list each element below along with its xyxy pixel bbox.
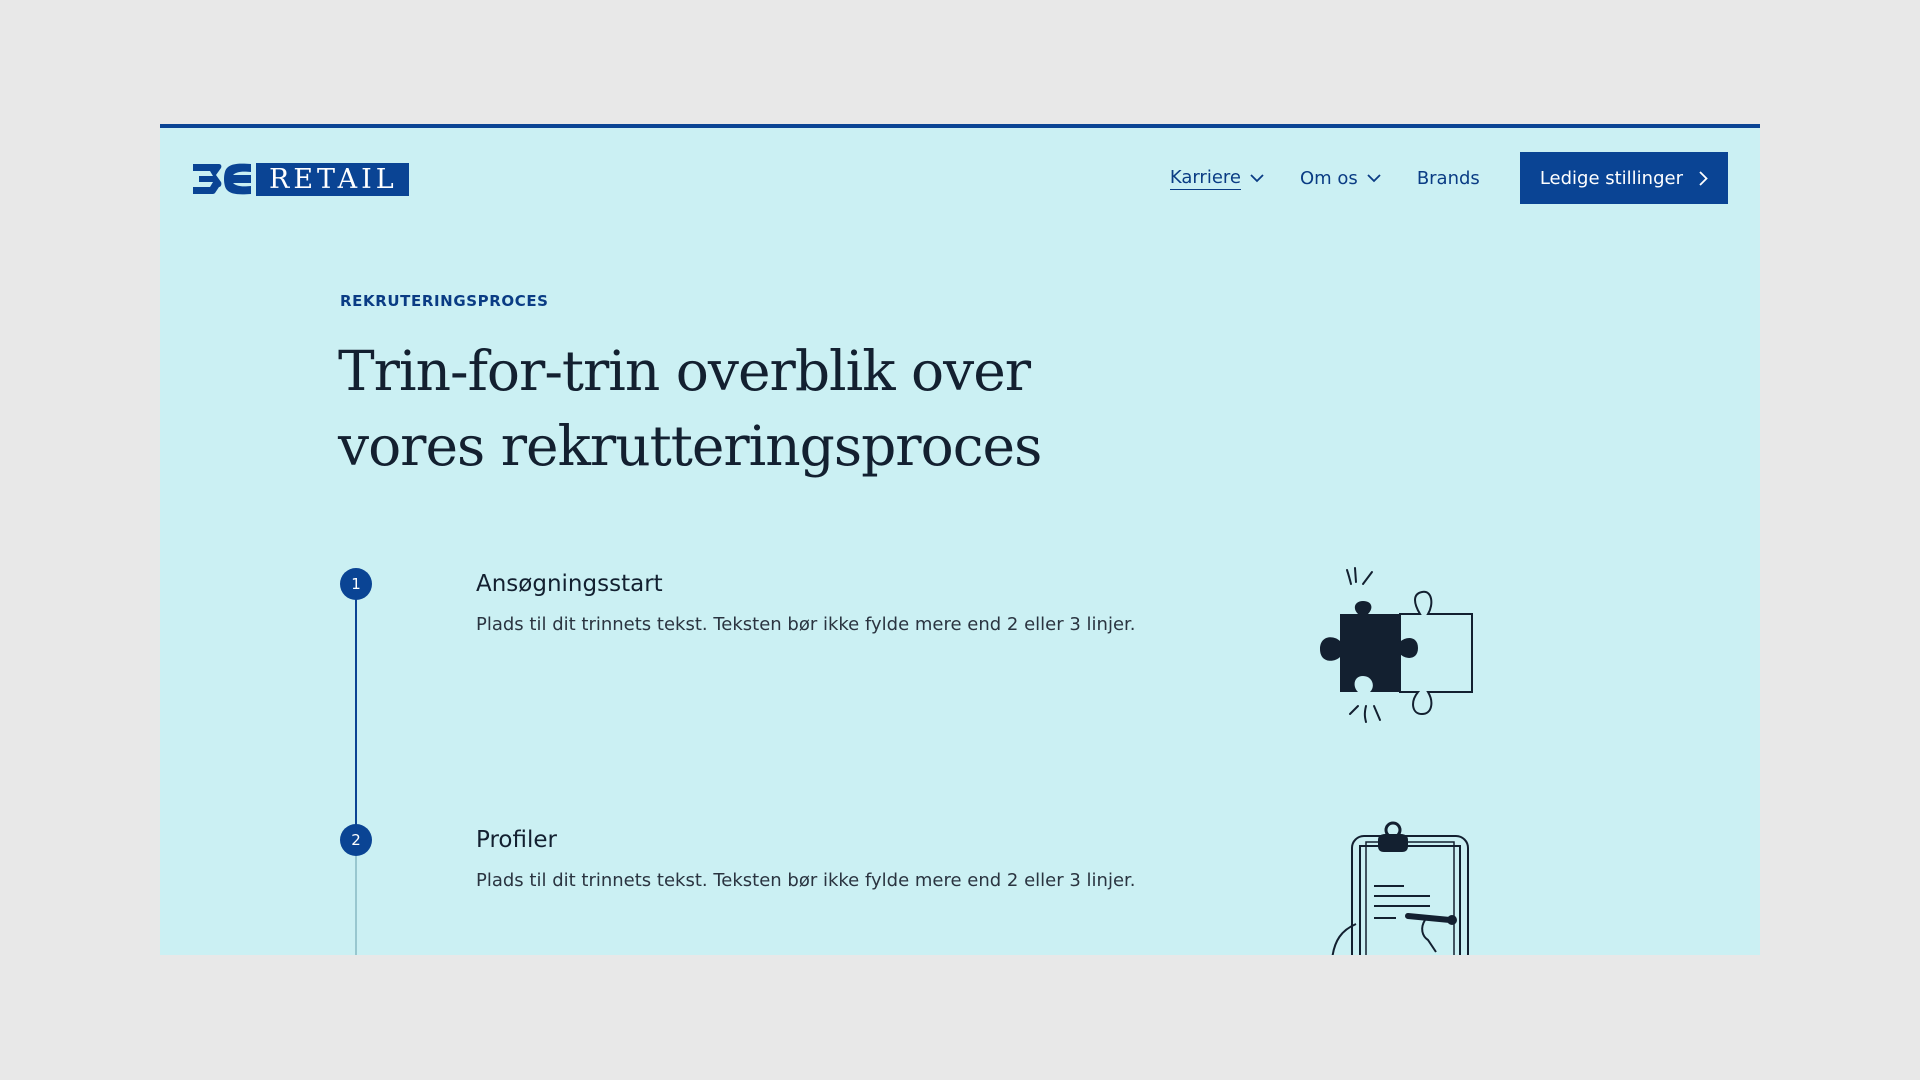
timeline-line-faint (355, 856, 357, 955)
nav-item-label: Om os (1299, 167, 1358, 189)
ledige-stillinger-button[interactable]: Ledige stillinger (1519, 152, 1728, 204)
eyebrow-label: REKRUTERINGSPROCES (340, 292, 549, 310)
main-nav: Karriere Om os Brands Ledige stillinger (1169, 152, 1728, 204)
chevron-down-icon (1367, 173, 1381, 182)
nav-item-label: Karriere (1169, 166, 1241, 190)
step-title: Profiler (476, 827, 557, 853)
step-number-badge: 2 (340, 824, 372, 856)
nav-item-label: Brands (1416, 167, 1480, 189)
logo-mark-icon (193, 163, 251, 195)
timeline-line (355, 582, 357, 838)
puzzle-icon (1320, 567, 1473, 723)
clipboard-icon (1331, 821, 1469, 955)
logo-wordmark: RETAIL (256, 162, 409, 196)
nav-item-om-os[interactable]: Om os (1300, 168, 1381, 189)
chevron-down-icon (1250, 173, 1264, 182)
step-text: Plads til dit trinnets tekst. Teksten bø… (476, 870, 1136, 891)
logo[interactable]: RETAIL (191, 162, 409, 196)
page-frame: RETAIL Karriere Om os Brands Ledige stil… (160, 124, 1760, 955)
cta-label: Ledige stillinger (1539, 167, 1683, 189)
nav-item-brands[interactable]: Brands (1417, 168, 1480, 189)
chevron-right-icon (1699, 170, 1708, 186)
step-text: Plads til dit trinnets tekst. Teksten bø… (476, 614, 1136, 635)
page-title: Trin-for-trin overblik over vores rekrut… (338, 339, 1042, 478)
step-title: Ansøgningsstart (476, 571, 663, 597)
step-number-badge: 1 (340, 568, 372, 600)
nav-item-karriere[interactable]: Karriere (1169, 166, 1264, 190)
